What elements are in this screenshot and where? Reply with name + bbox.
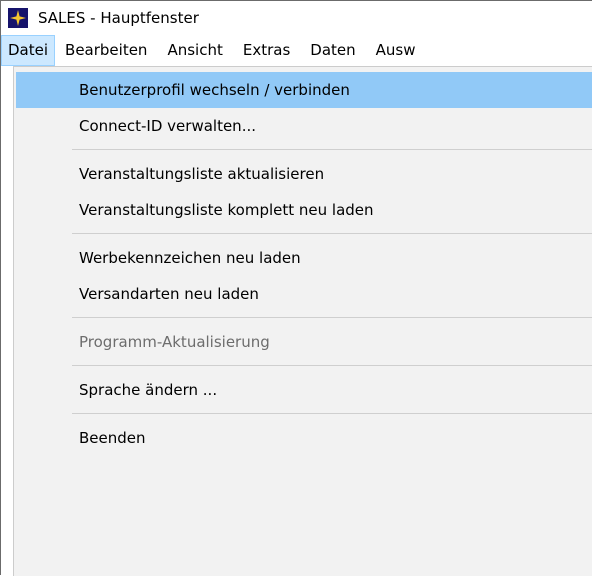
window-title: SALES - Hauptfenster bbox=[38, 9, 199, 27]
menu-separator bbox=[16, 144, 592, 156]
menu-item-switch-profile[interactable]: Benutzerprofil wechseln / verbinden bbox=[16, 72, 592, 108]
menu-item-update-event-list[interactable]: Veranstaltungsliste aktualisieren bbox=[16, 156, 592, 192]
menu-item-reload-ad-codes[interactable]: Werbekennzeichen neu laden bbox=[16, 240, 592, 276]
menu-separator bbox=[16, 228, 592, 240]
menu-item-change-language[interactable]: Sprache ändern ... bbox=[16, 372, 592, 408]
menu-extras[interactable]: Extras bbox=[233, 35, 300, 66]
title-bar: SALES - Hauptfenster bbox=[1, 1, 592, 35]
menu-separator bbox=[16, 408, 592, 420]
menu-item-reload-shipping-methods[interactable]: Versandarten neu laden bbox=[16, 276, 592, 312]
menu-ansicht[interactable]: Ansicht bbox=[157, 35, 232, 66]
datei-dropdown-menu: Benutzerprofil wechseln / verbinden Conn… bbox=[13, 66, 592, 576]
menu-datei[interactable]: Datei bbox=[1, 35, 56, 66]
menu-item-connect-id[interactable]: Connect-ID verwalten... bbox=[16, 108, 592, 144]
menu-bar: Datei Bearbeiten Ansicht Extras Daten Au… bbox=[1, 35, 592, 66]
main-window: SALES - Hauptfenster Datei Bearbeiten An… bbox=[0, 0, 592, 576]
star-icon bbox=[8, 8, 28, 28]
menu-item-program-update: Programm-Aktualisierung bbox=[79, 333, 270, 351]
menu-separator bbox=[16, 360, 592, 372]
menu-item-exit[interactable]: Beenden bbox=[16, 420, 592, 456]
menu-item-reload-event-list[interactable]: Veranstaltungsliste komplett neu laden bbox=[16, 192, 592, 228]
menu-auswertungen[interactable]: Ausw bbox=[366, 35, 426, 66]
menu-bearbeiten[interactable]: Bearbeiten bbox=[55, 35, 157, 66]
menu-separator bbox=[16, 312, 592, 324]
menu-daten[interactable]: Daten bbox=[300, 35, 365, 66]
